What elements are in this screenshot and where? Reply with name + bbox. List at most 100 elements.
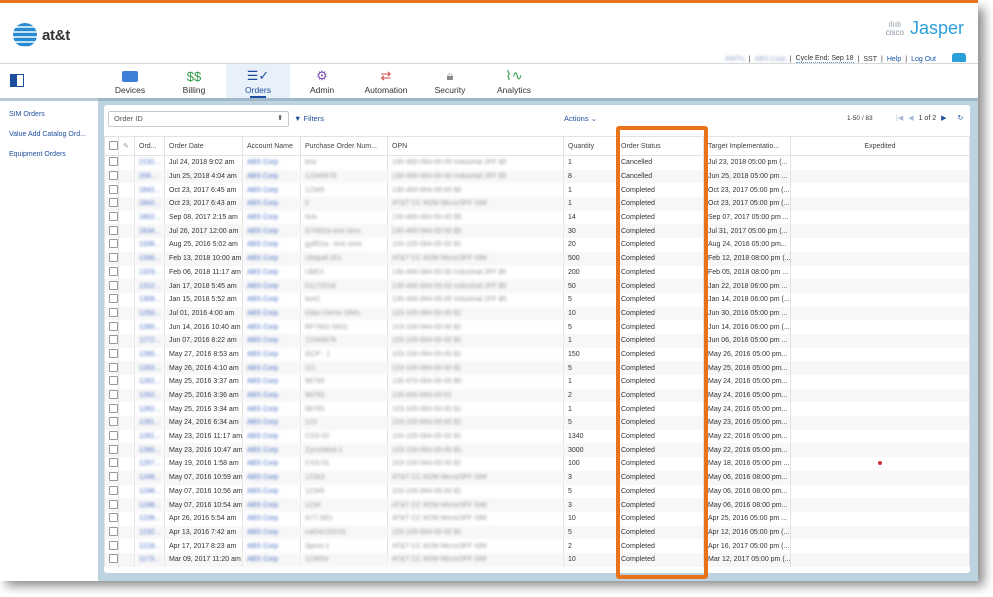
row-checkbox[interactable] [104, 279, 119, 293]
row-checkbox[interactable] [104, 457, 119, 471]
row-checkbox[interactable] [104, 197, 119, 211]
account-name-link[interactable]: ABS Corp [242, 224, 301, 239]
row-checkbox[interactable] [104, 416, 119, 430]
row-checkbox[interactable] [104, 210, 119, 225]
account-name-link[interactable]: ABS Corp [242, 155, 301, 170]
table-row[interactable]: 1248... May 07, 2016 10:54 am ABS Corp 1234… [104, 498, 970, 512]
account-name-link[interactable]: ABS Corp [242, 333, 301, 348]
account-name-link[interactable]: ABS Corp [242, 361, 301, 375]
col-opn[interactable]: OPN [387, 136, 564, 156]
table-row[interactable]: 209... Jun 25, 2018 4:04 am ABS Corp 123456… [104, 169, 970, 184]
account-name-link[interactable]: ABS Corp [242, 484, 301, 499]
att-logo[interactable]: at&t [13, 23, 70, 47]
account-name-link[interactable]: ABS Corp [242, 402, 301, 417]
row-checkbox[interactable] [104, 292, 119, 307]
account-name-link[interactable]: ABS Corp [242, 279, 301, 293]
table-row[interactable]: 1262... May 25, 2016 3:36 am ABS Corp 98765… [104, 388, 970, 403]
inbox-icon[interactable] [952, 53, 966, 62]
row-checkbox[interactable] [104, 429, 119, 444]
row-checkbox[interactable] [104, 251, 119, 266]
table-row[interactable]: 1257... May 19, 2016 1:58 am ABS Corp CSS-0… [104, 457, 970, 471]
account-name[interactable]: ABS Corp [755, 56, 786, 63]
row-checkbox[interactable] [104, 333, 119, 348]
row-checkbox[interactable] [104, 388, 119, 403]
table-row[interactable]: 1336... Aug 25, 2016 5:02 am ABS Corp gy852… [104, 238, 970, 252]
order-id-link[interactable]: 1272... [134, 333, 165, 348]
order-id-link[interactable]: 1312... [134, 279, 165, 293]
table-row[interactable]: 1336... Feb 13, 2018 10:00 am ABS Corp Ubiq… [104, 251, 970, 266]
row-checkbox[interactable] [104, 552, 119, 567]
table-row[interactable]: 1634... Jul 26, 2017 12:00 am ABS Corp GY85… [104, 224, 970, 239]
account-name-link[interactable]: ABS Corp [242, 511, 301, 526]
order-id-link[interactable]: 1262... [134, 375, 165, 389]
help-link[interactable]: Help [887, 56, 901, 63]
account-name-link[interactable]: ABS Corp [242, 416, 301, 430]
account-name-link[interactable]: ABS Corp [242, 292, 301, 307]
table-row[interactable]: 1248... May 07, 2016 10:56 am ABS Corp 1234… [104, 484, 970, 499]
account-name-link[interactable]: ABS Corp [242, 210, 301, 225]
row-checkbox[interactable] [104, 224, 119, 239]
nav-billing[interactable]: $$ Billing [162, 64, 226, 99]
order-id-link[interactable]: 1329... [134, 265, 165, 280]
account-name-link[interactable]: ABS Corp [242, 197, 301, 211]
row-checkbox[interactable] [104, 265, 119, 280]
table-row[interactable]: 1265... May 27, 2016 8:53 am ABS Corp GCP -… [104, 347, 970, 362]
col-order-date[interactable]: Order Date [164, 136, 243, 156]
order-id-link[interactable]: 1257... [134, 457, 165, 471]
order-id-link[interactable]: 1263... [134, 361, 165, 375]
filters-button[interactable]: ▼ Filters [294, 114, 324, 123]
row-checkbox[interactable] [104, 306, 119, 321]
order-id-link[interactable]: 1173... [134, 552, 165, 567]
table-row[interactable]: 1262... May 25, 2016 3:37 am ABS Corp 98765… [104, 375, 970, 389]
table-row[interactable]: 1293... Jul 01, 2016 4:00 am ABS Corp Gilan… [104, 306, 970, 321]
account-name-link[interactable]: ABS Corp [242, 498, 301, 512]
row-checkbox[interactable] [104, 511, 119, 526]
order-id-link[interactable]: 209... [134, 169, 165, 184]
order-id-link[interactable]: 1293... [134, 306, 165, 321]
row-checkbox[interactable] [104, 238, 119, 252]
table-row[interactable]: 1329... Feb 06, 2018 11:17 am ABS Corp UBEX… [104, 265, 970, 280]
prev-page-icon[interactable]: ◀ [908, 114, 913, 122]
search-field-select[interactable]: Order ID ⬍ [108, 111, 289, 127]
table-row[interactable]: 1262... May 25, 2016 3:34 am ABS Corp 98765… [104, 402, 970, 417]
account-name-link[interactable]: ABS Corp [242, 169, 301, 184]
row-checkbox[interactable] [104, 183, 119, 198]
account-name-link[interactable]: ABS Corp [242, 320, 301, 334]
next-page-icon[interactable]: ▶ [941, 114, 946, 122]
table-row[interactable]: 1263... May 26, 2016 4:10 am ABS Corp 111 10… [104, 361, 970, 375]
order-id-link[interactable]: 1802... [134, 210, 165, 225]
sidebar-item-value-add-catalog-orders[interactable]: Value Add Catalog Ord... [0, 125, 98, 145]
row-checkbox[interactable] [104, 361, 119, 375]
sidebar-toggle-icon[interactable] [10, 74, 24, 87]
order-id-link[interactable]: 1262... [134, 402, 165, 417]
order-id-link[interactable]: 1336... [134, 251, 165, 266]
order-id-link[interactable]: 1218... [134, 539, 165, 553]
order-id-link[interactable]: 1261... [134, 416, 165, 430]
col-expedited[interactable]: Expedited [790, 136, 970, 156]
row-checkbox[interactable] [104, 402, 119, 417]
account-name-link[interactable]: ABS Corp [242, 183, 301, 198]
col-quantity[interactable]: Quantity [563, 136, 617, 156]
table-row[interactable]: 1232... Apr 13, 2016 7:42 am ABS Corp cat04… [104, 525, 970, 540]
row-checkbox[interactable] [104, 525, 119, 540]
order-id-link[interactable]: 1842... [134, 197, 165, 211]
row-checkbox[interactable] [104, 470, 119, 485]
row-checkbox[interactable] [104, 484, 119, 499]
table-row[interactable]: 1260... May 23, 2016 10:47 am ABS Corp Zyru… [104, 443, 970, 458]
table-row[interactable]: 1173... Mar 09, 2017 11:20 am ABS Corp 1236… [104, 552, 970, 567]
col-order-id[interactable]: Ord... [134, 136, 165, 156]
row-checkbox[interactable] [104, 347, 119, 362]
table-row[interactable]: 1309... Jan 15, 2018 5:52 am ABS Corp test1… [104, 292, 970, 307]
logout-link[interactable]: Log Out [911, 56, 936, 63]
account-name-link[interactable]: ABS Corp [242, 539, 301, 553]
order-id-link[interactable]: 1280... [134, 320, 165, 334]
nav-security[interactable]: 🔒︎ Security [418, 64, 482, 99]
order-id-link[interactable]: 1248... [134, 470, 165, 485]
order-id-link[interactable]: 1239... [134, 511, 165, 526]
col-target-implementation[interactable]: Target Implementatio... [703, 136, 791, 156]
account-name-link[interactable]: ABS Corp [242, 306, 301, 321]
account-name-link[interactable]: ABS Corp [242, 443, 301, 458]
table-row[interactable]: 1280... Jun 14, 2016 10:40 am ABS Corp RF76… [104, 320, 970, 334]
table-row[interactable]: 1802... Sep 08, 2017 2:15 am ABS Corp N/A 13… [104, 210, 970, 225]
account-name-link[interactable]: ABS Corp [242, 265, 301, 280]
